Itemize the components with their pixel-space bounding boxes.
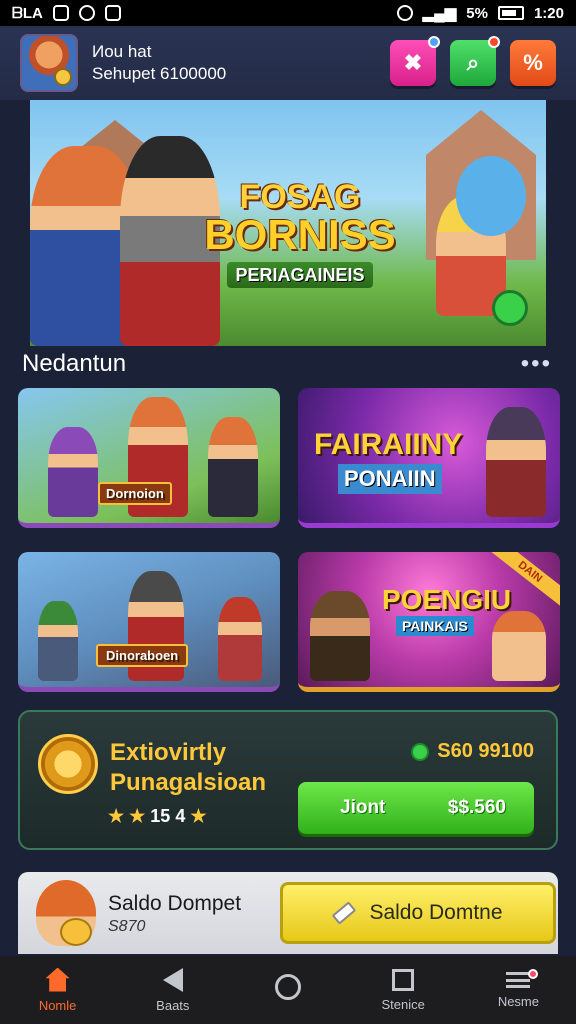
banner-title-line2: BORNISS xyxy=(204,211,396,258)
game-card-3[interactable]: Dinoraboen xyxy=(18,552,280,692)
coin-icon xyxy=(411,742,430,761)
alarm-icon xyxy=(396,5,413,21)
circle-icon xyxy=(275,974,301,1000)
more-options-icon[interactable]: ••• xyxy=(521,350,552,378)
join-label: Jiont xyxy=(340,797,386,818)
nav-item-service[interactable]: Stenice xyxy=(346,956,461,1024)
profile-name: Иou hat xyxy=(92,42,152,61)
mascot-icon xyxy=(36,880,96,946)
medal-icon xyxy=(38,734,98,794)
nav-label: Nomle xyxy=(38,997,77,1013)
header: Иou hat Sehupet 6100000 ✖ ⌕ % xyxy=(0,26,576,100)
promo-title-line2: Punagalsioan xyxy=(110,769,267,796)
card-subtitle: PONAIIN xyxy=(338,464,442,494)
nav-label: Stenice xyxy=(381,996,425,1012)
star-icon: ★ xyxy=(190,806,207,826)
promo-rating: ★ ★ 15 4 ★ xyxy=(108,806,207,827)
shield-icon xyxy=(104,5,121,21)
tag-icon xyxy=(332,901,357,925)
battery-icon xyxy=(497,6,524,20)
back-icon xyxy=(162,967,183,992)
card-label: Dinoraboen xyxy=(96,644,189,667)
card-label: Dornoion xyxy=(98,482,172,505)
join-price: $$.560 xyxy=(447,797,506,818)
join-button[interactable]: Jiont $$.560 xyxy=(298,782,534,834)
game-card-4[interactable]: POENGIU PAINKAIS DAIN xyxy=(298,552,560,692)
wallet-button-label: Saldo Domtne xyxy=(369,901,503,924)
banner-title-line3: PERIAGAINEIS xyxy=(227,262,373,288)
profile-balance: Sehupet 6100000 xyxy=(92,64,227,83)
card-figure xyxy=(492,611,546,681)
promo-title: Extiovirtly Punagalsioan xyxy=(110,738,266,798)
card-figure xyxy=(48,427,98,517)
gift-button[interactable]: ✖ xyxy=(390,36,440,86)
nav-item-home[interactable]: Nomle xyxy=(0,956,115,1024)
banner-creature xyxy=(456,156,526,236)
promo-panel: Extiovirtly Punagalsioan ★ ★ 15 4 ★ S60 … xyxy=(18,710,558,850)
card-figure xyxy=(208,417,258,517)
gift-icon: ✖ xyxy=(403,50,423,75)
promo-balance: S60 99100 xyxy=(411,740,534,763)
nav-item-back[interactable]: Baats xyxy=(115,956,230,1024)
carrier-text: ᗷLA xyxy=(12,4,43,22)
card-figure xyxy=(218,597,262,681)
promo-banner[interactable]: FOSAG BORNISS PERIAGAINEIS xyxy=(30,100,546,346)
card-subtitle: PAINKAIS xyxy=(396,616,474,636)
nav-item-center[interactable] xyxy=(230,956,345,1024)
notification-dot xyxy=(488,36,500,48)
section-title: Nedantun xyxy=(22,350,127,377)
home-icon xyxy=(45,967,70,992)
rating-value: 15 4 xyxy=(150,806,186,826)
game-card-2[interactable]: FAIRAIINY PONAIIN xyxy=(298,388,560,528)
star-icons: ★ ★ xyxy=(108,806,146,826)
signal-icon: ▂▄▆ xyxy=(422,5,457,22)
banner-title-line1: FOSAG xyxy=(239,178,361,216)
status-bar: ᗷLA ▂▄▆ 5% 1:20 xyxy=(0,0,576,26)
wallet-amount: S870 xyxy=(108,918,146,935)
bottom-nav: Nomle Baats Stenice Nesme xyxy=(0,956,576,1024)
percent-button[interactable]: % xyxy=(510,40,556,86)
nav-item-menu[interactable]: Nesme xyxy=(461,956,576,1024)
nav-label: Baats xyxy=(156,997,190,1013)
banner-title: FOSAG BORNISS PERIAGAINEIS xyxy=(200,180,400,288)
balance-value: S60 99100 xyxy=(437,740,534,762)
game-card-1[interactable]: Dornoion xyxy=(18,388,280,528)
avatar[interactable] xyxy=(20,34,78,92)
card-figure xyxy=(310,591,370,681)
card-figure xyxy=(486,407,546,517)
notification-dot xyxy=(428,36,440,48)
wallet-button[interactable]: Saldo Domtne xyxy=(280,882,556,944)
profile-info: Иou hat Sehupet 6100000 xyxy=(92,41,226,85)
notification-icon xyxy=(52,5,69,21)
card-figure xyxy=(38,601,78,681)
card-title: FAIRAIINY xyxy=(314,428,463,461)
wallet-title: Saldo Dompet xyxy=(108,892,242,915)
wallet-panel: Saldo Dompet S870 Saldo Domtne xyxy=(18,872,558,954)
promo-title-line1: Extiovirtly xyxy=(110,739,227,766)
notification-dot xyxy=(528,968,539,979)
menu-icon xyxy=(506,968,539,988)
search-icon: ⌕ xyxy=(466,50,480,75)
banner-badge-icon xyxy=(492,290,528,326)
clock: 1:20 xyxy=(533,4,564,22)
nav-label: Nesme xyxy=(497,993,539,1009)
square-icon xyxy=(392,968,415,991)
percent-icon: % xyxy=(523,50,543,75)
search-button[interactable]: ⌕ xyxy=(450,36,500,86)
card-title: POENGIU xyxy=(382,584,512,615)
battery-percent: 5% xyxy=(466,4,488,22)
sync-icon xyxy=(78,5,95,21)
